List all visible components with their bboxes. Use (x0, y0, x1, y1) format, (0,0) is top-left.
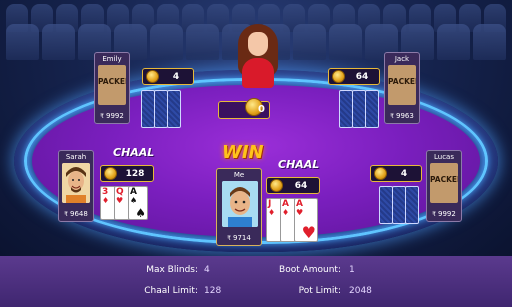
rupee-icon: ₹ (390, 113, 394, 120)
pot-limit-value: 2048 (349, 286, 372, 296)
bet-box-jack: 64 (328, 68, 380, 85)
rupee-icon: ₹ (100, 113, 104, 120)
action-label-sarah: CHAAL (113, 146, 155, 159)
player-name: Lucas (434, 153, 454, 161)
game-arena: 0 Emily PACKED ₹9992 4 Jack PACKED ₹9963… (0, 0, 512, 256)
player-avatar (222, 181, 258, 227)
playing-card: A ♥ ♥ (294, 198, 318, 242)
coin-icon (332, 70, 345, 83)
player-me[interactable]: Me ₹9714 (216, 168, 262, 246)
bet-amount: 128 (125, 168, 145, 179)
boot-amount-label: Boot Amount: (279, 265, 341, 275)
win-label: WIN (222, 142, 264, 163)
dealer-avatar (236, 24, 280, 88)
player-sarah[interactable]: Sarah ₹9648 (58, 150, 94, 222)
player-avatar (62, 163, 90, 203)
rupee-icon: ₹ (64, 211, 68, 218)
bet-amount: 64 (355, 71, 369, 82)
player-balance: 9992 (106, 112, 124, 120)
bet-box-sarah: 128 (100, 165, 154, 182)
player-balance: 9714 (233, 234, 251, 242)
packed-label: PACKED (98, 77, 126, 86)
playing-card: A ♠ ♠ (128, 186, 148, 220)
player-lucas[interactable]: Lucas PACKED ₹9992 (426, 150, 462, 222)
player-balance: 9963 (396, 112, 414, 120)
bet-amount: 4 (172, 71, 180, 82)
player-emily[interactable]: Emily PACKED ₹9992 (94, 52, 130, 124)
pot-amount: 0 (258, 104, 265, 115)
player-avatar: PACKED (388, 65, 416, 105)
action-label-me: CHAAL (278, 158, 320, 171)
player-avatar: PACKED (98, 65, 126, 105)
player-avatar: PACKED (430, 163, 458, 203)
player-name: Emily (102, 55, 122, 63)
chaal-limit-label: Chaal Limit: (144, 286, 198, 296)
player-jack[interactable]: Jack PACKED ₹9963 (384, 52, 420, 124)
pot-display: 0 (218, 98, 270, 119)
player-name: Me (233, 171, 245, 179)
cards-faceup-sarah: 3 ♦ Q ♥ A ♠ ♠ (100, 186, 148, 220)
coin-icon (104, 167, 117, 180)
bet-box-lucas: 4 (370, 165, 422, 182)
rupee-icon: ₹ (432, 211, 436, 218)
cards-facedown-emily (141, 90, 181, 128)
cards-faceup-me[interactable]: J ♦ A ♦ A ♥ ♥ (266, 198, 318, 242)
coin-icon (374, 167, 387, 180)
coin-icon (270, 179, 283, 192)
pot-limit-label: Pot Limit: (298, 286, 341, 296)
bet-box-me: 64 (266, 177, 320, 194)
table-info-bar: Max Blinds: 4 Boot Amount: 1 Chaal Limit… (0, 256, 512, 307)
coin-icon (146, 70, 159, 83)
player-name: Sarah (65, 153, 87, 161)
player-balance: 9648 (70, 210, 88, 218)
chaal-limit-value: 128 (204, 286, 222, 296)
max-blinds-label: Max Blinds: (146, 265, 198, 275)
cards-facedown-lucas (379, 186, 419, 224)
bet-amount: 4 (400, 168, 408, 179)
packed-label: PACKED (388, 77, 416, 86)
packed-label: PACKED (430, 175, 458, 184)
boot-amount-value: 1 (349, 265, 355, 275)
player-balance: 9992 (438, 210, 456, 218)
player-name: Jack (394, 55, 410, 63)
cards-facedown-jack (339, 90, 379, 128)
max-blinds-value: 4 (204, 265, 210, 275)
bet-amount: 64 (294, 180, 308, 191)
rupee-icon: ₹ (227, 235, 231, 242)
bet-box-emily: 4 (142, 68, 194, 85)
